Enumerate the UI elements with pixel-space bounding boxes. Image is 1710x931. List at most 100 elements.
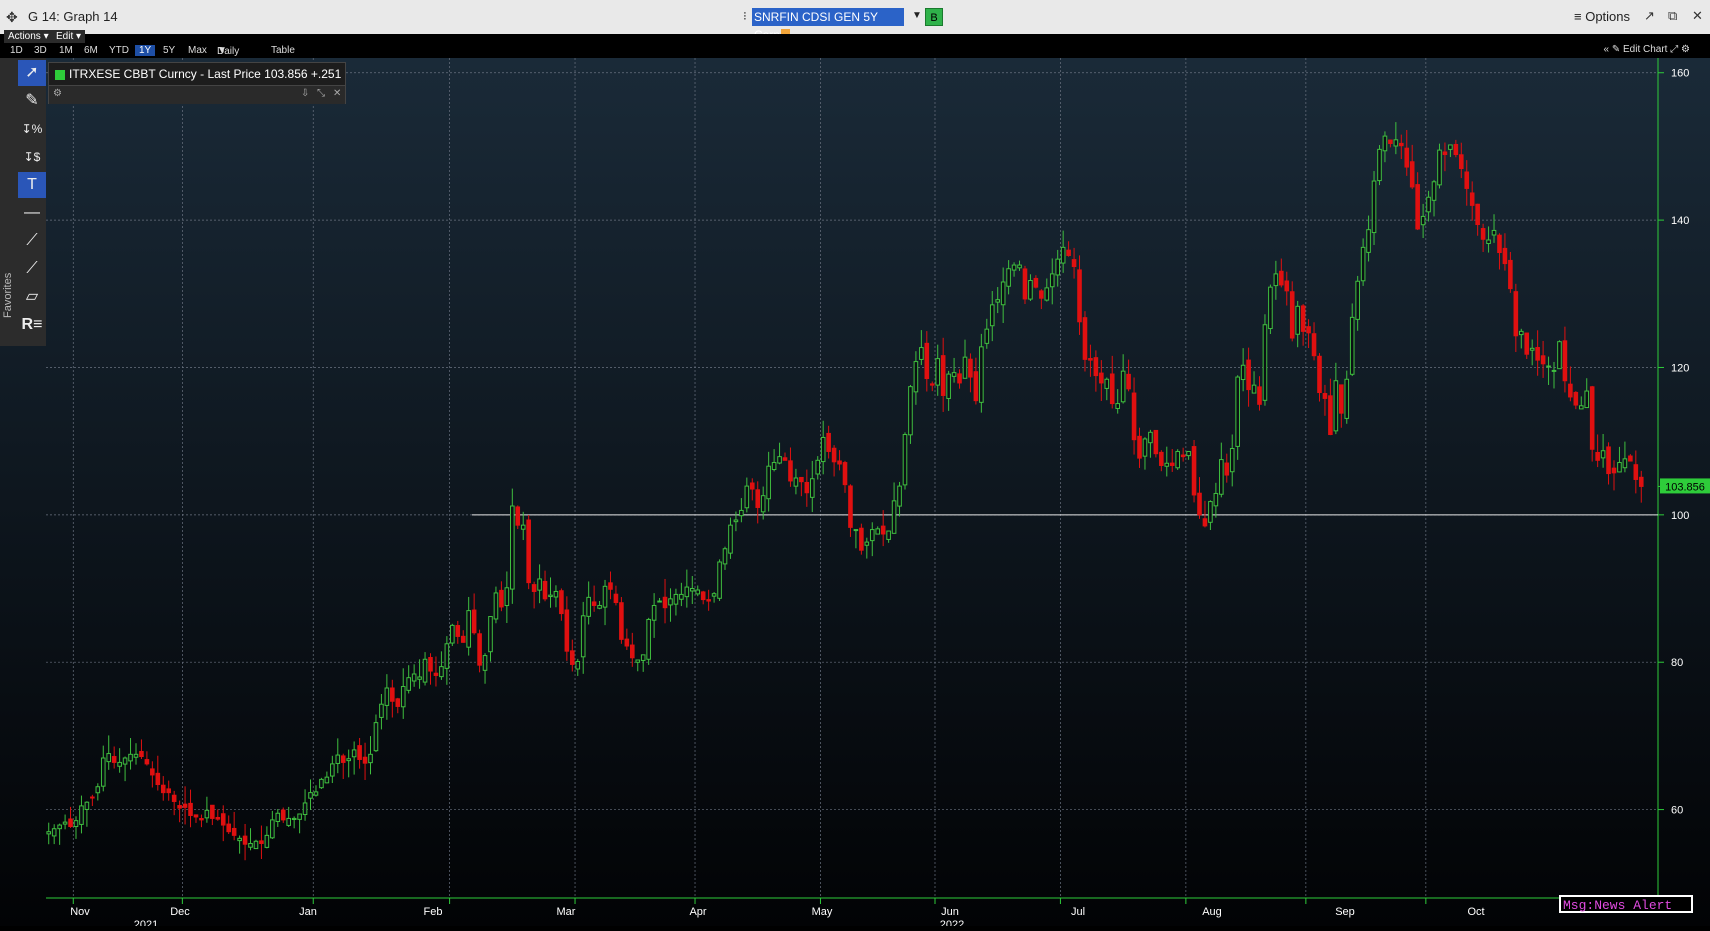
- close-icon[interactable]: ✕: [333, 88, 341, 99]
- range-max[interactable]: Max: [188, 45, 207, 56]
- candle-body: [1126, 373, 1131, 390]
- candle-body: [744, 485, 750, 509]
- menu-actions[interactable]: Actions ▾: [4, 30, 53, 43]
- candle-body: [515, 506, 521, 526]
- menu-edit[interactable]: Edit ▾: [52, 30, 86, 43]
- range-1m[interactable]: 1M: [59, 45, 73, 56]
- candle-body: [1180, 454, 1186, 458]
- security-input[interactable]: SNRFIN CDSI GEN 5Y Corp: [752, 8, 904, 43]
- candle-body: [400, 686, 406, 708]
- candle-body: [580, 615, 586, 658]
- candle-body: [913, 361, 919, 393]
- options-label: Options: [1585, 9, 1631, 24]
- table-button[interactable]: Table: [271, 45, 295, 56]
- candle-body: [831, 447, 837, 463]
- horizontal-line-icon[interactable]: —: [18, 200, 46, 226]
- percent-measure-icon[interactable]: ↧%: [18, 116, 46, 142]
- candle-body: [373, 722, 379, 752]
- candle-body: [1033, 277, 1039, 288]
- candle-body: [340, 755, 346, 763]
- range-1d[interactable]: 1D: [10, 45, 23, 56]
- candle-body: [1339, 384, 1344, 414]
- candle-body: [728, 524, 733, 554]
- price-chart[interactable]: 60 80 100 120 140 160 Nov Dec Jan Feb Mar Apr May Jun…: [0, 58, 1710, 931]
- candle-body: [1431, 181, 1437, 201]
- dollar-measure-icon[interactable]: ↧$: [18, 144, 46, 170]
- candle-body: [79, 805, 84, 825]
- candle-body: [1502, 247, 1508, 265]
- candle-body: [1148, 431, 1153, 444]
- candle-body: [1197, 492, 1202, 516]
- candle-body: [1049, 273, 1055, 288]
- candle-body: [1584, 390, 1590, 409]
- candle-body: [171, 794, 177, 802]
- regression-icon[interactable]: R≡: [18, 312, 46, 338]
- frequency-select[interactable]: Daily ▼: [217, 45, 239, 57]
- candle-body: [809, 478, 815, 498]
- candle-body: [1240, 364, 1246, 381]
- candle-body: [1617, 462, 1622, 473]
- range-ytd[interactable]: YTD: [109, 45, 129, 56]
- gear-icon[interactable]: ⚙: [1681, 44, 1690, 55]
- range-1y[interactable]: 1Y: [135, 45, 156, 56]
- edit-chart-button[interactable]: « ✎ Edit Chart ⤢ ⚙: [1604, 44, 1691, 55]
- range-5y[interactable]: 5Y: [163, 45, 175, 56]
- close-icon[interactable]: ✕: [1692, 8, 1703, 24]
- candle-body: [204, 809, 210, 819]
- legend-panel[interactable]: ITRXESE CBBT Curncy - Last Price 103.856…: [48, 62, 346, 104]
- resize-icon[interactable]: ⤡: [317, 88, 325, 99]
- chevron-down-icon[interactable]: ▼: [912, 10, 922, 21]
- candle-body: [379, 703, 384, 718]
- candle-body: [619, 602, 624, 640]
- candle-body: [226, 823, 232, 833]
- candle-body: [1039, 290, 1044, 299]
- popout-icon[interactable]: ↗: [1644, 8, 1655, 24]
- candle-body: [1022, 268, 1028, 300]
- ray-line-icon[interactable]: ⟋: [18, 256, 46, 282]
- expand-icon[interactable]: ⤢: [1670, 44, 1678, 55]
- candle-body: [1246, 359, 1251, 391]
- range-3d[interactable]: 3D: [34, 45, 47, 56]
- channel-icon[interactable]: ▱: [18, 284, 46, 310]
- restore-icon[interactable]: ⧉: [1668, 8, 1677, 24]
- candle-body: [242, 835, 248, 845]
- candle-body: [210, 804, 215, 819]
- pencil-icon[interactable]: ✎: [18, 88, 46, 114]
- candle-body: [706, 599, 711, 602]
- candle-body: [853, 529, 859, 532]
- b-button[interactable]: B: [925, 8, 943, 26]
- favorites-tab[interactable]: Favorites: [2, 258, 14, 318]
- gear-icon[interactable]: ⚙: [53, 88, 62, 99]
- candle-body: [1458, 154, 1464, 170]
- range-6m[interactable]: 6M: [84, 45, 98, 56]
- pin-icon[interactable]: ⇩: [301, 88, 309, 99]
- candle-body: [1589, 386, 1595, 450]
- legend-controls: ⚙ ⇩ ⤡ ✕: [49, 85, 345, 104]
- collapse-icon[interactable]: «: [1604, 44, 1610, 55]
- candle-body: [384, 687, 390, 706]
- chart-area[interactable]: 60 80 100 120 140 160 Nov Dec Jan Feb Mar Apr May Jun…: [0, 58, 1710, 931]
- candle-body: [1300, 305, 1306, 332]
- candle-body: [711, 593, 717, 597]
- candle-body: [417, 676, 422, 680]
- candle-body: [940, 355, 946, 396]
- candle-body: [428, 657, 433, 672]
- candle-body: [122, 757, 128, 765]
- candle-body: [886, 530, 891, 540]
- candle-body: [793, 477, 799, 487]
- candle-body: [259, 840, 264, 844]
- options-menu[interactable]: ≡ Options: [1574, 9, 1630, 24]
- candle-body: [193, 814, 199, 818]
- trend-line-icon[interactable]: ⟋: [18, 228, 46, 254]
- move-icon[interactable]: ✥: [6, 9, 18, 26]
- text-tool-icon[interactable]: T: [18, 172, 46, 198]
- news-alert[interactable]: Msg:News Alert: [1559, 895, 1693, 913]
- select-pointer-icon[interactable]: ➚: [18, 60, 46, 86]
- y-tick-label: 60: [1671, 805, 1683, 817]
- candle-body: [1508, 259, 1513, 290]
- candle-body: [1568, 383, 1573, 398]
- grip-icon: ⁝: [743, 9, 747, 23]
- candle-body: [968, 358, 973, 378]
- candle-body: [46, 831, 52, 835]
- candle-body: [646, 618, 651, 660]
